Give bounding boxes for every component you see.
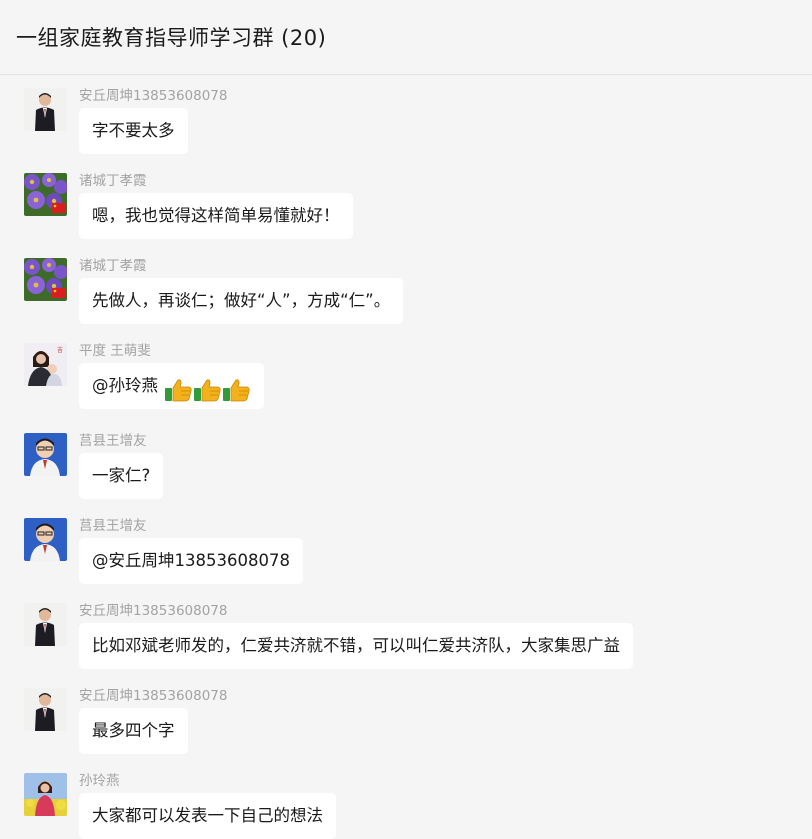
message-bubble[interactable]: @安丘周坤13853608078 <box>79 538 303 584</box>
message-text: 字不要太多 <box>92 121 175 140</box>
message-text: 最多四个字 <box>92 721 175 740</box>
purple-flower-avatar[interactable] <box>24 258 67 301</box>
thumbs-up-icon <box>222 374 251 402</box>
sender-name[interactable]: 安丘周坤13853608078 <box>79 84 227 104</box>
thumbs-up-icon <box>193 374 222 402</box>
message-bubble[interactable]: 一家仁? <box>79 453 164 499</box>
sender-name[interactable]: 孙玲燕 <box>79 769 120 789</box>
message-bubble[interactable]: 大家都可以发表一下自己的想法 <box>79 793 336 839</box>
message-text: 一家仁? <box>92 466 151 485</box>
emoji-group <box>164 374 251 402</box>
sender-name[interactable]: 莒县王增友 <box>79 429 147 449</box>
chat-title: 一组家庭教育指导师学习群 (20) <box>16 26 327 50</box>
man-portrait-blue-avatar[interactable] <box>24 518 67 561</box>
man-suit-avatar[interactable] <box>24 88 67 131</box>
sender-name[interactable]: 安丘周坤13853608078 <box>79 684 227 704</box>
woman-flowers-avatar[interactable] <box>24 773 67 816</box>
sender-name[interactable]: 莒县王增友 <box>79 514 147 534</box>
man-suit-avatar[interactable] <box>24 688 67 731</box>
mother-child-avatar[interactable] <box>24 343 67 386</box>
message-bubble[interactable]: 先做人，再谈仁；做好“人”，方成“仁”。 <box>79 278 404 324</box>
man-suit-avatar[interactable] <box>24 603 67 646</box>
chat-header: 一组家庭教育指导师学习群 (20) <box>0 0 812 75</box>
man-portrait-blue-avatar[interactable] <box>24 433 67 476</box>
message-bubble[interactable]: @孙玲燕 <box>79 363 264 409</box>
message-bubble[interactable]: 比如邓斌老师发的，仁爱共济就不错，可以叫仁爱共济队，大家集思广益 <box>79 623 633 669</box>
message-text: 嗯，我也觉得这样简单易懂就好！ <box>92 206 340 225</box>
message-text: @孙玲燕 <box>92 376 158 395</box>
purple-flower-avatar[interactable] <box>24 173 67 216</box>
message-bubble[interactable]: 字不要太多 <box>79 108 188 154</box>
sender-name[interactable]: 诸城丁孝霞 <box>79 169 147 189</box>
message-bubble[interactable]: 嗯，我也觉得这样简单易懂就好！ <box>79 193 353 239</box>
thumbs-up-icon <box>164 374 193 402</box>
sender-name[interactable]: 安丘周坤13853608078 <box>79 599 227 619</box>
message-text: 先做人，再谈仁；做好“人”，方成“仁”。 <box>92 291 391 310</box>
message-text: @安丘周坤13853608078 <box>92 551 290 570</box>
sender-name[interactable]: 诸城丁孝霞 <box>79 254 147 274</box>
message-text: 比如邓斌老师发的，仁爱共济就不错，可以叫仁爱共济队，大家集思广益 <box>92 636 620 655</box>
message-bubble[interactable]: 最多四个字 <box>79 708 188 754</box>
message-text: 大家都可以发表一下自己的想法 <box>92 806 323 825</box>
sender-name[interactable]: 平度 王萌斐 <box>79 339 151 359</box>
